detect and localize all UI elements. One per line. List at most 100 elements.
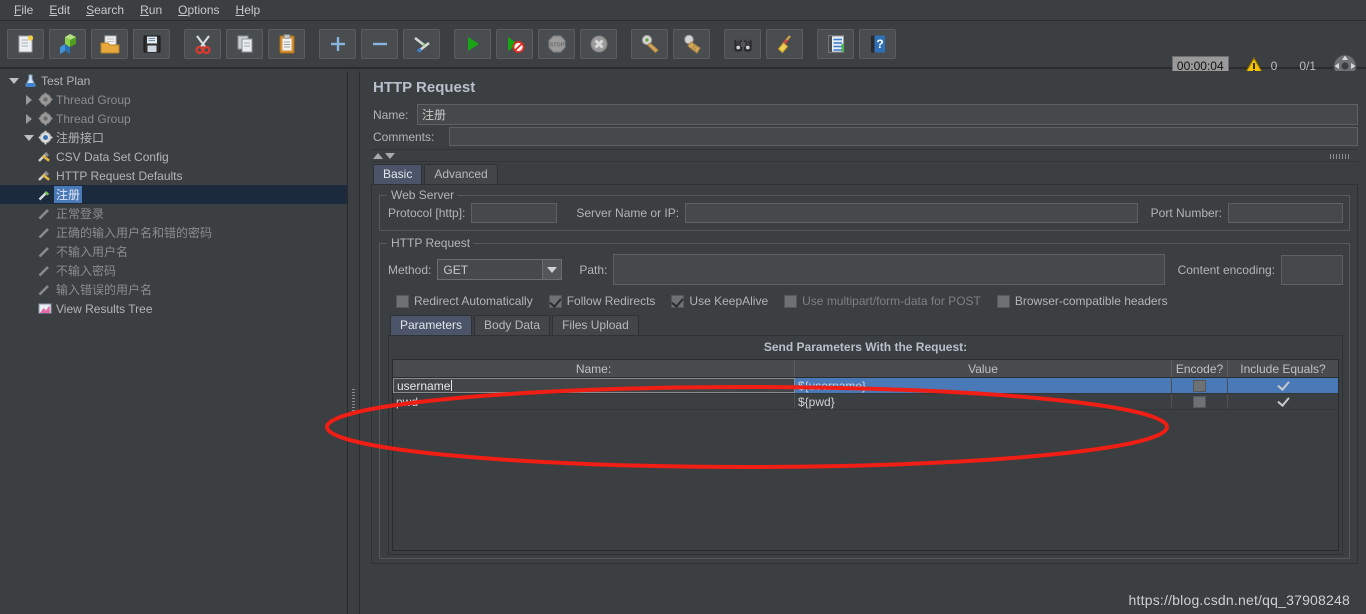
test-plan-tree[interactable]: Test Plan Thread Group Thread Group 注册接口… bbox=[0, 71, 348, 614]
checkbox-box[interactable] bbox=[396, 294, 409, 308]
cell-name[interactable]: username bbox=[393, 378, 795, 393]
method-select[interactable]: GET bbox=[437, 259, 563, 280]
checkbox-box[interactable] bbox=[996, 294, 1010, 308]
menu-help[interactable]: Help bbox=[228, 1, 269, 19]
checkbox-redirect-automatically[interactable]: Redirect Automatically bbox=[396, 294, 533, 308]
encode-checkbox[interactable] bbox=[1193, 395, 1206, 408]
tree-node-csv-data-set-config[interactable]: CSV Data Set Config bbox=[0, 147, 347, 166]
help-button[interactable]: ? bbox=[859, 29, 896, 59]
copy-button[interactable] bbox=[226, 29, 263, 59]
cut-button[interactable] bbox=[184, 29, 221, 59]
tree-toggle-icon[interactable] bbox=[21, 113, 36, 124]
method-label: Method: bbox=[388, 262, 432, 277]
checkbox-box[interactable] bbox=[671, 294, 685, 308]
tree-node-test-plan[interactable]: Test Plan bbox=[0, 71, 347, 90]
content-encoding-label: Content encoding: bbox=[1177, 262, 1275, 277]
checkbox-box[interactable] bbox=[548, 294, 562, 308]
tree-node-zhuce-selected[interactable]: 注册 bbox=[0, 185, 347, 204]
collapse-up-icon[interactable] bbox=[373, 152, 383, 159]
cell-include-equals[interactable] bbox=[1228, 394, 1338, 409]
tree-node-label: 输入错误的用户名 bbox=[56, 283, 153, 297]
tab-advanced[interactable]: Advanced bbox=[424, 164, 498, 184]
table-row[interactable]: pwd ${pwd} bbox=[393, 394, 1338, 410]
column-header-value[interactable]: Value bbox=[795, 360, 1172, 377]
function-helper-button[interactable] bbox=[817, 29, 854, 59]
toggle-button[interactable] bbox=[403, 29, 440, 59]
tree-node-sampler-4[interactable]: 不输入密码 bbox=[0, 261, 347, 280]
tree-node-http-request-defaults[interactable]: HTTP Request Defaults bbox=[0, 166, 347, 185]
reset-search-button[interactable] bbox=[766, 29, 803, 59]
name-input[interactable]: 注册 bbox=[417, 104, 1358, 125]
checkbox-label: Use multipart/form-data for POST bbox=[802, 294, 981, 308]
column-header-include-equals[interactable]: Include Equals? bbox=[1228, 360, 1338, 377]
path-input[interactable] bbox=[613, 254, 1165, 285]
menu-search[interactable]: Search bbox=[78, 1, 132, 19]
tree-node-view-results-tree[interactable]: View Results Tree bbox=[0, 299, 347, 318]
cell-encode[interactable] bbox=[1172, 378, 1228, 393]
menu-options[interactable]: Options bbox=[170, 1, 227, 19]
content-encoding-input[interactable] bbox=[1281, 254, 1343, 285]
checkbox-use-keepalive[interactable]: Use KeepAlive bbox=[671, 294, 768, 308]
tab-files-upload[interactable]: Files Upload bbox=[552, 315, 639, 335]
tree-node-sampler-3[interactable]: 不输入用户名 bbox=[0, 242, 347, 261]
splitter-grip[interactable] bbox=[1330, 154, 1350, 159]
tree-node-thread-group-1[interactable]: Thread Group bbox=[0, 90, 347, 109]
clear-all-button[interactable] bbox=[673, 29, 710, 59]
new-button[interactable] bbox=[7, 29, 44, 59]
parameters-table[interactable]: Name: Value Encode? Include Equals? user… bbox=[392, 359, 1339, 551]
cell-value[interactable]: ${pwd} bbox=[795, 394, 1172, 409]
start-no-pauses-button[interactable] bbox=[496, 29, 533, 59]
tree-toggle-icon[interactable] bbox=[21, 94, 36, 105]
save-button[interactable] bbox=[133, 29, 170, 59]
checkbox-follow-redirects[interactable]: Follow Redirects bbox=[548, 294, 655, 308]
web-server-group-title: Web Server bbox=[387, 188, 459, 202]
open-button[interactable] bbox=[91, 29, 128, 59]
cell-include-equals[interactable] bbox=[1228, 378, 1338, 393]
tree-toggle-icon[interactable] bbox=[21, 134, 36, 141]
protocol-input[interactable] bbox=[471, 203, 558, 223]
start-button[interactable] bbox=[454, 29, 491, 59]
collapse-button[interactable] bbox=[361, 29, 398, 59]
tree-node-sampler-2[interactable]: 正确的输入用户名和错的密码 bbox=[0, 223, 347, 242]
method-path-row: Method: GET Path: Content encoding: bbox=[388, 254, 1343, 285]
tree-toggle-icon[interactable] bbox=[6, 77, 21, 84]
cell-value[interactable]: ${username} bbox=[795, 378, 1172, 393]
comments-input[interactable] bbox=[449, 127, 1358, 146]
cell-encode[interactable] bbox=[1172, 394, 1228, 409]
tree-node-sampler-1[interactable]: 正常登录 bbox=[0, 204, 347, 223]
tab-basic[interactable]: Basic bbox=[373, 164, 423, 184]
cell-name[interactable]: pwd bbox=[393, 394, 795, 409]
help-book-icon: ? bbox=[870, 35, 885, 53]
menu-file[interactable]: File bbox=[6, 1, 41, 19]
tree-node-sampler-5[interactable]: 输入错误的用户名 bbox=[0, 280, 347, 299]
include-equals-checkbox[interactable] bbox=[1277, 395, 1290, 408]
stop-button[interactable]: STOP bbox=[538, 29, 575, 59]
tab-parameters[interactable]: Parameters bbox=[390, 315, 473, 335]
server-name-input[interactable] bbox=[685, 203, 1138, 223]
chevron-down-icon[interactable] bbox=[542, 260, 562, 279]
templates-button[interactable] bbox=[49, 29, 86, 59]
collapse-down-icon[interactable] bbox=[385, 152, 395, 159]
vertical-splitter[interactable] bbox=[348, 71, 360, 614]
tree-node-thread-group-2[interactable]: Thread Group bbox=[0, 109, 347, 128]
column-header-encode[interactable]: Encode? bbox=[1172, 360, 1228, 377]
shutdown-button[interactable] bbox=[580, 29, 617, 59]
encode-checkbox[interactable] bbox=[1193, 379, 1206, 392]
menu-edit[interactable]: Edit bbox=[41, 1, 78, 19]
paste-button[interactable] bbox=[268, 29, 305, 59]
port-number-input[interactable] bbox=[1228, 203, 1343, 223]
table-row[interactable]: username ${username} bbox=[393, 378, 1338, 394]
table-empty-area[interactable] bbox=[393, 410, 1338, 550]
include-equals-checkbox[interactable] bbox=[1277, 379, 1290, 392]
splitter-grip[interactable] bbox=[352, 389, 355, 413]
horizontal-splitter[interactable] bbox=[371, 149, 1358, 162]
clear-button[interactable] bbox=[631, 29, 668, 59]
tab-body-data[interactable]: Body Data bbox=[474, 315, 551, 335]
path-label: Path: bbox=[579, 262, 608, 277]
expand-button[interactable] bbox=[319, 29, 356, 59]
checkbox-browser-compatible-headers[interactable]: Browser-compatible headers bbox=[996, 294, 1168, 308]
column-header-name[interactable]: Name: bbox=[393, 360, 795, 377]
search-button[interactable] bbox=[724, 29, 761, 59]
menu-run[interactable]: Run bbox=[132, 1, 170, 19]
tree-node-zhuce-jiekou[interactable]: 注册接口 bbox=[0, 128, 347, 147]
